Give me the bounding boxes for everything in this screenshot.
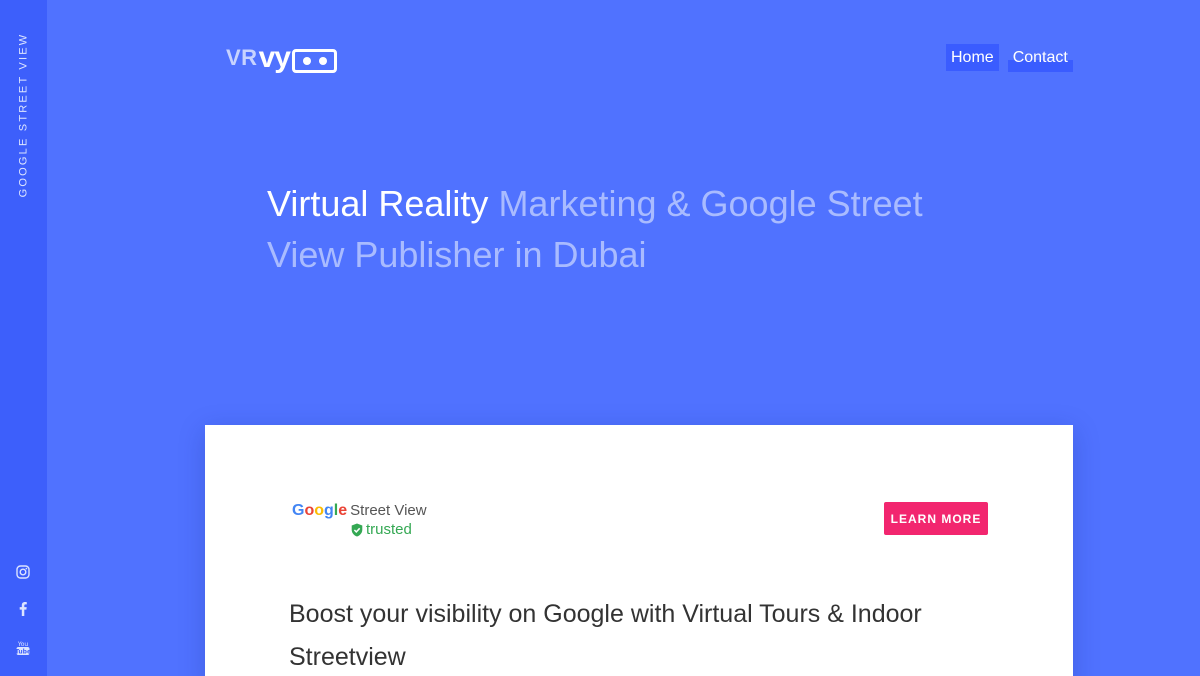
main-nav: Home Contact: [946, 44, 1073, 72]
badge-trusted-text: trusted: [366, 521, 412, 538]
instagram-icon[interactable]: [14, 563, 32, 581]
badge-street-view-text: Street View: [350, 502, 427, 519]
card-heading: Boost your visibility on Google with Vir…: [289, 600, 922, 671]
content-card: Google Street View trusted LEARN MORE Bo…: [205, 425, 1073, 676]
shield-check-icon: [351, 523, 363, 536]
google-logo-letter: o: [314, 502, 325, 519]
sidebar-label-text: GOOGLE STREET VIEW: [17, 32, 30, 198]
hero-title: Virtual Reality Marketing & Google Stree…: [267, 178, 1007, 280]
logo-vr-text: VR: [226, 45, 258, 70]
vrvy-logo[interactable]: VR vy: [226, 40, 337, 76]
hero-title-strong: Virtual Reality: [267, 183, 489, 224]
logo-vy-text: vy: [258, 41, 291, 74]
google-logo-letter: o: [304, 502, 315, 519]
google-street-view-trusted-badge: Google Street View trusted: [292, 502, 427, 538]
sidebar-label: GOOGLE STREET VIEW: [12, 30, 34, 200]
youtube-icon[interactable]: You Tube: [14, 639, 32, 657]
learn-more-button[interactable]: LEARN MORE: [884, 502, 988, 535]
vr-goggles-icon: [291, 49, 337, 73]
nav-contact-link[interactable]: Contact: [1007, 44, 1073, 72]
facebook-icon[interactable]: [14, 600, 32, 618]
svg-text:Tube: Tube: [16, 649, 30, 656]
google-logo-letter: e: [338, 502, 348, 519]
svg-text:You: You: [17, 641, 29, 648]
sidebar: GOOGLE STREET VIEW You Tube: [0, 0, 47, 676]
nav-home-link[interactable]: Home: [946, 44, 999, 71]
google-logo-letter: g: [324, 502, 334, 519]
google-logo-letter: G: [292, 502, 305, 519]
